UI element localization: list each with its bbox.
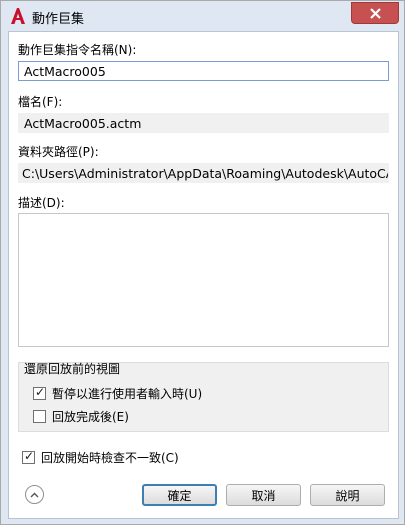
file-name-field: ActMacro005.actm bbox=[18, 113, 389, 133]
close-icon bbox=[369, 7, 381, 19]
close-button[interactable] bbox=[351, 2, 399, 24]
restore-view-group: 還原回放前的視圖 ✓ 暫停以進行使用者輸入時(U) 回放完成後(E) bbox=[18, 362, 389, 432]
title-bar[interactable]: 動作巨集 bbox=[1, 1, 404, 31]
dialog-body: 動作巨集指令名稱(N): ActMacro005 檔名(F): ActMacro… bbox=[8, 31, 399, 519]
check-inconsistency-checkbox[interactable]: ✓ 回放開始時檢查不一致(C) bbox=[22, 449, 179, 466]
checkbox-box[interactable]: ✓ bbox=[33, 385, 46, 400]
description-textarea[interactable] bbox=[18, 213, 389, 347]
command-name-input[interactable]: ActMacro005 bbox=[18, 61, 389, 81]
folder-path-label: 資料夾路徑(P): bbox=[18, 145, 99, 159]
cancel-button[interactable]: 取消 bbox=[226, 484, 301, 506]
file-name-label: 檔名(F): bbox=[18, 95, 63, 109]
folder-path-field: C:\Users\Administrator\AppData\Roaming\A… bbox=[18, 163, 389, 183]
chevron-up-icon bbox=[30, 492, 39, 497]
command-name-label: 動作巨集指令名稱(N): bbox=[18, 43, 137, 57]
autocad-logo-icon bbox=[11, 8, 25, 24]
window-title: 動作巨集 bbox=[32, 12, 85, 27]
expand-button[interactable] bbox=[25, 485, 44, 504]
check-inconsistency-label: 回放開始時檢查不一致(C) bbox=[41, 451, 179, 465]
checkmark-icon: ✓ bbox=[24, 449, 35, 463]
after-playback-checkbox[interactable]: 回放完成後(E) bbox=[33, 408, 129, 425]
pause-for-input-checkbox[interactable]: ✓ 暫停以進行使用者輸入時(U) bbox=[33, 385, 202, 402]
help-button[interactable]: 說明 bbox=[310, 484, 385, 506]
checkbox-box[interactable]: ✓ bbox=[22, 449, 35, 464]
after-playback-label: 回放完成後(E) bbox=[52, 410, 129, 424]
checkmark-icon: ✓ bbox=[35, 385, 46, 399]
ok-button[interactable]: 確定 bbox=[142, 484, 217, 506]
checkbox-box[interactable] bbox=[33, 410, 46, 423]
macro-dialog: 動作巨集 動作巨集指令名稱(N): ActMacro005 檔名(F): Act… bbox=[0, 0, 405, 525]
restore-view-group-title: 還原回放前的視圖 bbox=[24, 362, 121, 376]
pause-for-input-label: 暫停以進行使用者輸入時(U) bbox=[52, 387, 203, 401]
description-label: 描述(D): bbox=[18, 196, 65, 210]
